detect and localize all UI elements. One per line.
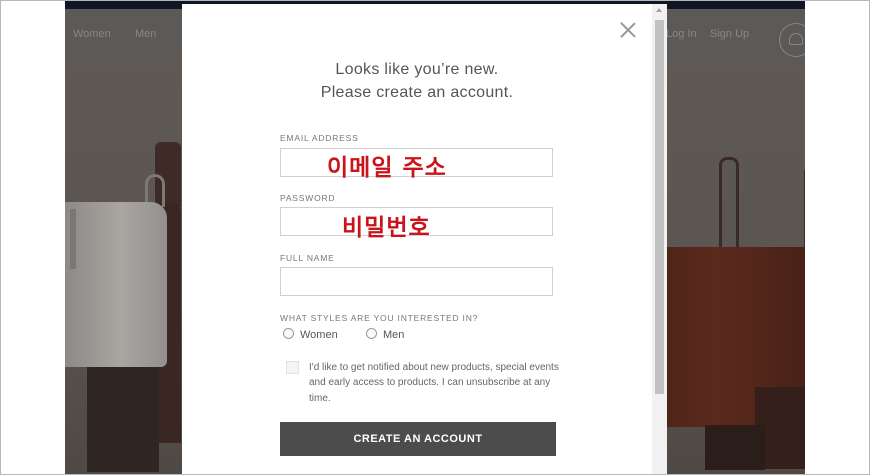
full-name-field[interactable] — [281, 268, 552, 295]
boot-brown-pull-tab — [719, 157, 739, 248]
scroll-up-icon[interactable] — [656, 8, 662, 12]
password-field[interactable] — [281, 208, 552, 235]
boot-brown-pull-tab-2 — [804, 165, 805, 248]
account-icon[interactable] — [779, 23, 805, 57]
create-account-button[interactable]: CREATE AN ACCOUNT — [280, 422, 556, 456]
style-option-women-label: Women — [300, 329, 338, 341]
boot-white-zip — [70, 209, 76, 269]
boot-white-heel — [87, 367, 159, 472]
heading-line-1: Looks like you’re new. — [335, 61, 499, 78]
notify-text: I'd like to get notified about new produ… — [309, 362, 559, 404]
nav-link-signup[interactable]: Sign Up — [710, 28, 749, 40]
styles-label: WHAT STYLES ARE YOU INTERESTED IN? — [280, 313, 479, 323]
cloud-icon — [789, 33, 803, 45]
radio-women[interactable] — [283, 328, 294, 339]
password-label: PASSWORD — [280, 193, 336, 203]
signup-modal: Looks like you’re new. Please create an … — [182, 4, 667, 474]
radio-men[interactable] — [366, 328, 377, 339]
email-field[interactable] — [281, 149, 552, 176]
style-option-men[interactable]: Men — [366, 328, 404, 341]
boot-white-shaft — [65, 202, 167, 367]
modal-heading: Looks like you’re new. Please create an … — [182, 58, 652, 104]
style-option-men-label: Men — [383, 329, 405, 341]
full-name-label: FULL NAME — [280, 253, 335, 263]
heading-line-2: Please create an account. — [320, 84, 514, 101]
password-field-wrap — [280, 207, 553, 236]
email-field-wrap — [280, 148, 553, 177]
style-option-women[interactable]: Women — [283, 328, 338, 341]
nav-link-login[interactable]: Log In — [666, 28, 697, 40]
screen-frame: Women Men Log In Sign Up Looks like you’… — [0, 0, 870, 475]
email-label: EMAIL ADDRESS — [280, 133, 359, 143]
modal-scrollbar[interactable] — [652, 4, 667, 474]
notify-checkbox[interactable] — [286, 361, 299, 374]
nav-link-women[interactable]: Women — [73, 28, 111, 40]
close-icon[interactable] — [618, 20, 638, 40]
scroll-thumb[interactable] — [655, 20, 664, 394]
full-name-field-wrap — [280, 267, 553, 296]
boot-brown-heel — [705, 425, 765, 470]
nav-link-men[interactable]: Men — [135, 28, 156, 40]
